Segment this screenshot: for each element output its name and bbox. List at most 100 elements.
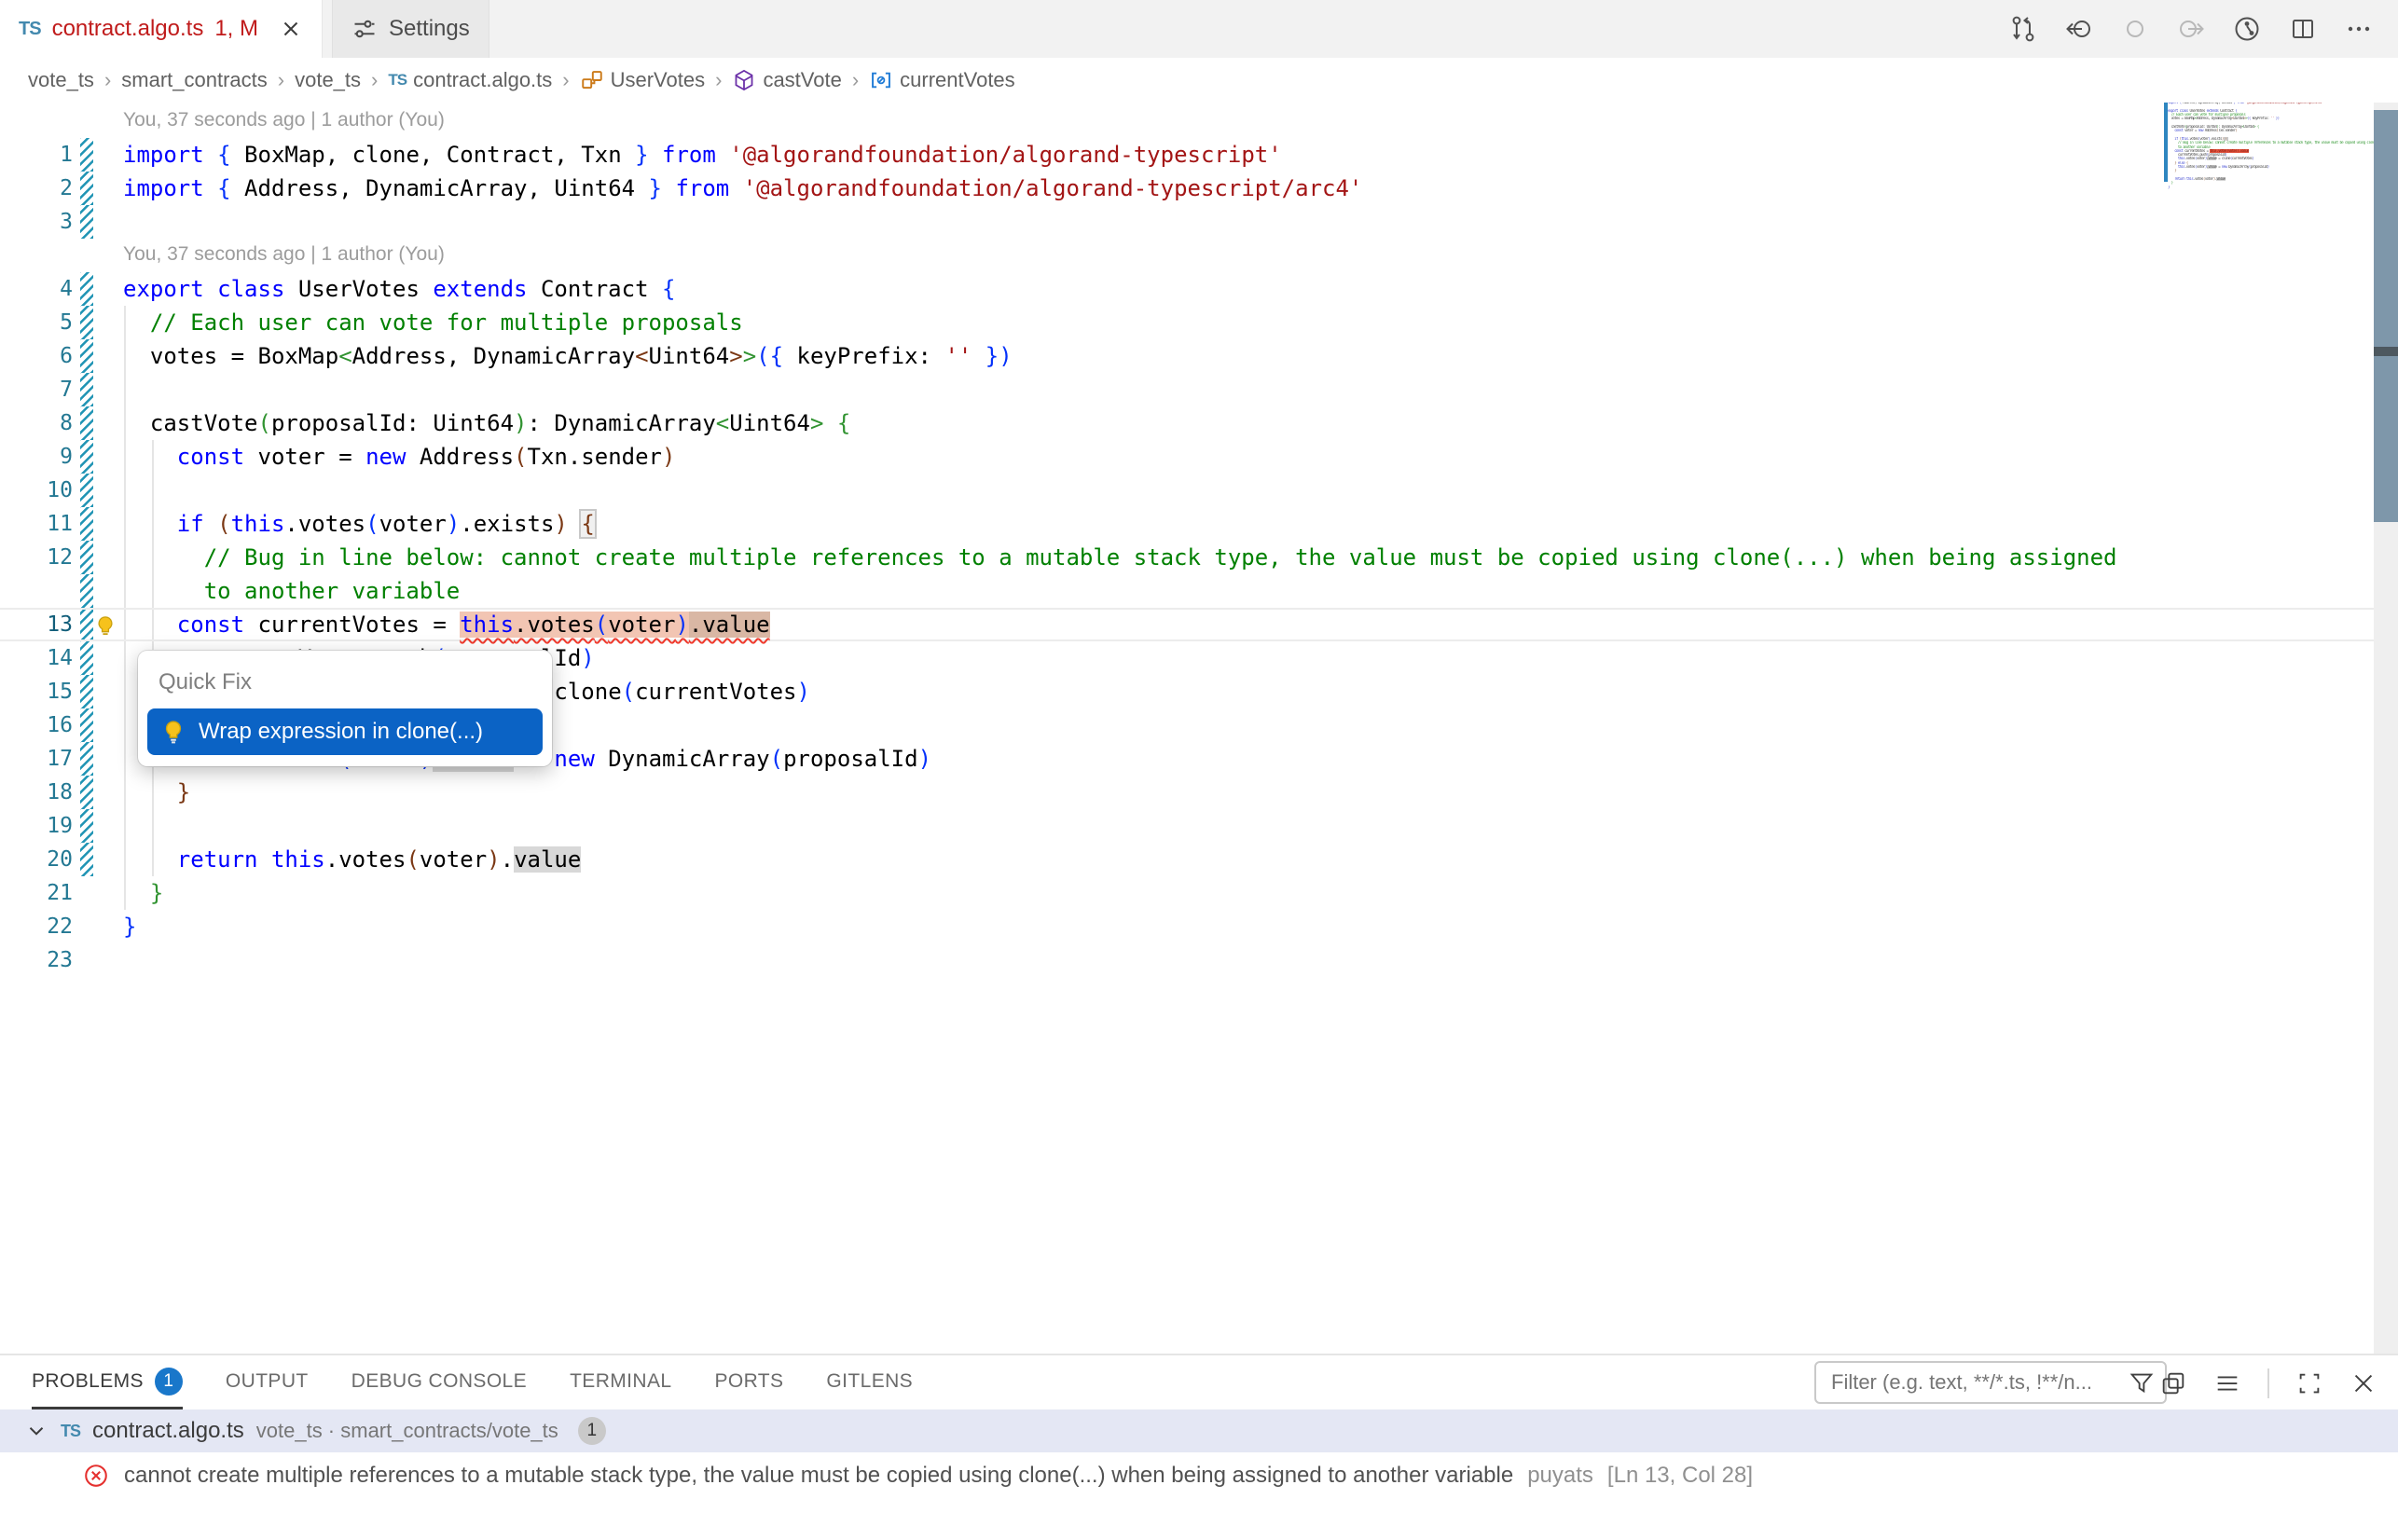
code-line[interactable]: 13 const currentVotes = this.votes(voter… [0, 608, 2398, 641]
line-number[interactable]: 10 [0, 474, 73, 507]
code-line[interactable]: 20 return this.votes(voter).value [0, 843, 2398, 876]
line-number[interactable]: 19 [0, 809, 73, 843]
glyph-margin [93, 306, 121, 339]
breadcrumb-file[interactable]: TS contract.algo.ts [388, 68, 552, 92]
code-line[interactable]: 9 const voter = new Address(Txn.sender) [0, 440, 2398, 474]
line-number[interactable]: 14 [0, 641, 73, 675]
typescript-file-icon: TS [19, 19, 41, 40]
code-line[interactable]: 2import { Address, DynamicArray, Uint64 … [0, 172, 2398, 205]
scrollbar-thumb[interactable] [2374, 110, 2398, 522]
code-line[interactable]: 23 [0, 943, 2398, 977]
line-number[interactable]: 20 [0, 843, 73, 876]
go-back-icon[interactable] [2064, 14, 2094, 44]
code-line[interactable]: 21 } [0, 876, 2398, 910]
chevron-down-icon[interactable] [24, 1419, 48, 1443]
glyph-margin [93, 205, 121, 239]
code-line[interactable]: to another variable [0, 574, 2398, 608]
panel-tab-ports[interactable]: PORTS [714, 1356, 783, 1409]
code-line[interactable]: 4export class UserVotes extends Contract… [0, 272, 2398, 306]
modified-gutter-indicator [80, 339, 93, 373]
compare-changes-icon[interactable] [2008, 14, 2038, 44]
view-as-list-icon[interactable] [2213, 1369, 2241, 1397]
code-line[interactable]: 22} [0, 910, 2398, 943]
filter-funnel-icon[interactable] [2128, 1368, 2156, 1396]
modified-gutter-indicator [80, 641, 93, 675]
variable-icon [869, 68, 893, 92]
blame-annotation[interactable]: You, 37 seconds ago | 1 author (You) [0, 104, 2398, 138]
breadcrumb-folder[interactable]: vote_ts [295, 68, 361, 92]
code-line[interactable]: 7 [0, 373, 2398, 406]
code-line[interactable]: 11 if (this.votes(voter).exists) { [0, 507, 2398, 541]
problems-error-row[interactable]: cannot create multiple references to a m… [0, 1452, 2398, 1499]
code-line[interactable]: 8 castVote(proposalId: Uint64): DynamicA… [0, 406, 2398, 440]
file-problems-count-badge: 1 [578, 1417, 606, 1445]
line-number[interactable]: 13 [0, 610, 73, 639]
glyph-margin [93, 541, 121, 574]
glyph-margin [93, 776, 121, 809]
editor-scrollbar[interactable] [2374, 103, 2398, 1354]
close-panel-icon[interactable] [2350, 1369, 2377, 1397]
lightbulb-icon[interactable] [93, 614, 117, 639]
breadcrumb: vote_ts › smart_contracts › vote_ts › TS… [0, 58, 2398, 103]
line-number[interactable]: 15 [0, 675, 73, 708]
line-number[interactable]: 16 [0, 708, 73, 742]
line-number[interactable]: 6 [0, 339, 73, 373]
tab-contract-algo-ts[interactable]: TS contract.algo.ts 1, M [0, 0, 323, 58]
panel-tab-output[interactable]: OUTPUT [226, 1356, 309, 1409]
breadcrumb-symbol-method[interactable]: castVote [732, 68, 841, 92]
more-actions-icon[interactable] [2344, 14, 2374, 44]
line-number[interactable]: 11 [0, 507, 73, 541]
quick-fix-title: Quick Fix [147, 658, 543, 708]
minimap[interactable]: import { BoxMap, clone, Contract, Txn } … [2168, 103, 2384, 193]
breadcrumb-folder[interactable]: smart_contracts [121, 68, 268, 92]
line-number[interactable]: 17 [0, 742, 73, 776]
quick-fix-action-wrap-in-clone[interactable]: Wrap expression in clone(...) [147, 708, 543, 755]
line-number[interactable]: 3 [0, 205, 73, 239]
split-editor-icon[interactable] [2288, 14, 2318, 44]
code-rows: You, 37 seconds ago | 1 author (You)1imp… [0, 104, 2398, 977]
line-number[interactable]: 21 [0, 876, 73, 910]
glyph-margin [93, 742, 121, 776]
panel-tab-terminal[interactable]: TERMINAL [570, 1356, 671, 1409]
code-line[interactable]: 5 // Each user can vote for multiple pro… [0, 306, 2398, 339]
problems-filter-input[interactable] [1829, 1369, 2128, 1396]
line-number[interactable]: 23 [0, 943, 73, 977]
code-line[interactable]: 12 // Bug in line below: cannot create m… [0, 541, 2398, 574]
line-number[interactable]: 8 [0, 406, 73, 440]
close-tab-icon[interactable] [279, 17, 303, 41]
code-line[interactable]: 18 } [0, 776, 2398, 809]
code-editor[interactable]: You, 37 seconds ago | 1 author (You)1imp… [0, 103, 2398, 1354]
maximize-panel-icon[interactable] [2295, 1369, 2323, 1397]
code-line[interactable]: 3 [0, 205, 2398, 239]
code-line[interactable]: 19 [0, 809, 2398, 843]
line-number[interactable]: 5 [0, 306, 73, 339]
tab-settings[interactable]: Settings [332, 0, 489, 58]
code-line[interactable]: 1import { BoxMap, clone, Contract, Txn }… [0, 138, 2398, 172]
line-number[interactable]: 2 [0, 172, 73, 205]
run-commit-graph-icon[interactable] [2232, 14, 2262, 44]
panel-tab-problems[interactable]: PROBLEMS 1 [32, 1356, 183, 1409]
line-number[interactable]: 12 [0, 541, 73, 574]
tab-decoration-problems-modified: 1, M [214, 16, 258, 42]
line-number[interactable] [0, 574, 73, 608]
breadcrumb-symbol-class[interactable]: UserVotes [580, 68, 706, 92]
glyph-margin [93, 876, 121, 910]
line-number[interactable]: 4 [0, 272, 73, 306]
breadcrumb-symbol-variable[interactable]: currentVotes [869, 68, 1015, 92]
breadcrumb-folder[interactable]: vote_ts [28, 68, 94, 92]
modified-gutter-indicator [80, 474, 93, 507]
breadcrumb-separator: › [369, 68, 379, 92]
code-line[interactable]: 10 [0, 474, 2398, 507]
line-number[interactable]: 18 [0, 776, 73, 809]
line-number[interactable]: 1 [0, 138, 73, 172]
panel-tab-gitlens[interactable]: GITLENS [826, 1356, 913, 1409]
panel-tab-debug-console[interactable]: DEBUG CONSOLE [351, 1356, 527, 1409]
typescript-file-icon: TS [388, 71, 407, 89]
line-number[interactable]: 9 [0, 440, 73, 474]
blame-annotation[interactable]: You, 37 seconds ago | 1 author (You) [0, 239, 2398, 272]
line-number[interactable]: 7 [0, 373, 73, 406]
code-line[interactable]: 6 votes = BoxMap<Address, DynamicArray<U… [0, 339, 2398, 373]
view-mode-icon[interactable] [2159, 1369, 2187, 1397]
problems-file-row[interactable]: TS contract.algo.ts vote_ts · smart_cont… [0, 1409, 2398, 1452]
line-number[interactable]: 22 [0, 910, 73, 943]
